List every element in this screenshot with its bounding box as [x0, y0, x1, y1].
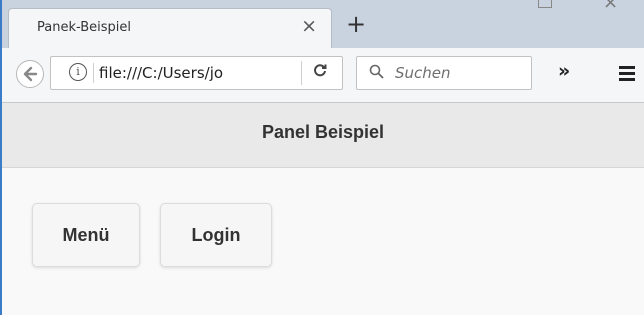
reload-icon[interactable] — [313, 62, 327, 81]
navigation-bar: i file:///C:/Users/jo Suchen » — [2, 48, 644, 103]
restore-window-icon[interactable] — [538, 0, 552, 8]
close-window-icon[interactable]: × — [603, 0, 618, 13]
close-tab-icon[interactable]: × — [301, 16, 317, 36]
url-bar[interactable]: i file:///C:/Users/jo — [50, 56, 343, 90]
url-divider — [93, 63, 94, 83]
overflow-chevron-icon[interactable]: » — [558, 60, 570, 82]
url-input[interactable]: file:///C:/Users/jo — [99, 64, 299, 82]
hamburger-menu-icon[interactable] — [619, 66, 635, 81]
info-icon[interactable]: i — [69, 63, 87, 81]
back-arrow-icon — [23, 66, 38, 82]
search-bar[interactable]: Suchen — [356, 56, 532, 90]
tab-panek-beispiel[interactable]: Panek-Beispiel × — [8, 8, 332, 48]
page-content: Menü Login — [2, 168, 644, 315]
browser-window: Panek-Beispiel × + × i file:///C:/Users/… — [0, 0, 644, 315]
page-header: Panel Beispiel — [2, 103, 644, 168]
new-tab-button[interactable]: + — [346, 12, 366, 36]
login-button[interactable]: Login — [160, 203, 272, 267]
back-button[interactable] — [16, 60, 44, 88]
url-divider — [301, 61, 302, 85]
search-icon — [369, 64, 384, 79]
search-input[interactable]: Suchen — [395, 64, 451, 82]
menu-button[interactable]: Menü — [32, 203, 140, 267]
tab-title: Panek-Beispiel — [37, 20, 131, 35]
page-title: Panel Beispiel — [261, 122, 385, 142]
tab-strip: Panek-Beispiel × + × — [2, 0, 644, 48]
